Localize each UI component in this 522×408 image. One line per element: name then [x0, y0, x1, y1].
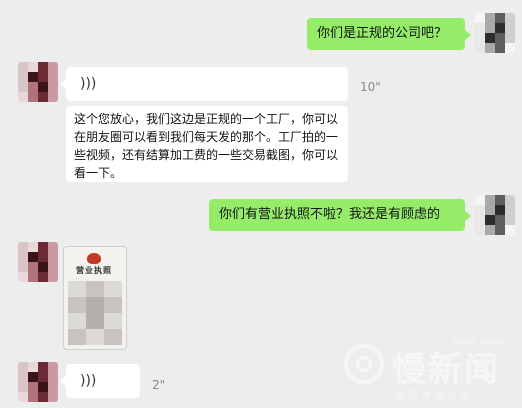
contact-avatar[interactable] [18, 62, 58, 102]
my-avatar[interactable] [475, 195, 515, 235]
voice-message-bubble[interactable]: ))) [60, 67, 348, 101]
message-text: 你们是正规的公司吧？ [317, 26, 448, 41]
my-avatar[interactable] [475, 13, 515, 53]
sent-message-bubble[interactable]: 你们有营业执照不啦？我还是有顾虑的 [209, 199, 471, 231]
voice-message-bubble[interactable]: ))) [60, 364, 140, 398]
transcript-text: 这个您放心，我们这边是正规的一个工厂，你可以在朋友圈可以看到我们每天发的那个。工… [74, 112, 339, 180]
voice-wave-icon: ))) [80, 76, 97, 92]
voice-duration: 10" [360, 80, 381, 94]
contact-avatar[interactable] [18, 242, 58, 282]
sent-message-bubble[interactable]: 你们是正规的公司吧？ [307, 18, 471, 50]
license-title: 营业执照 [76, 266, 112, 275]
watermark-name: 慢新闻 [392, 350, 500, 390]
watermark-logo-icon [344, 344, 384, 384]
contact-avatar[interactable] [18, 362, 58, 402]
voice-wave-icon: ))) [80, 373, 97, 389]
blurred-license-content [68, 281, 122, 345]
news-watermark: 慢新闻 SLOW NEWS 重庆晚报出品 [340, 338, 520, 404]
message-text: 你们有营业执照不啦？我还是有顾虑的 [219, 207, 441, 222]
voice-duration: 2" [152, 378, 166, 392]
license-image-message[interactable]: 营业执照 [63, 246, 127, 350]
voice-transcript: 这个您放心，我们这边是正规的一个工厂，你可以在朋友圈可以看到我们每天发的那个。工… [66, 106, 348, 182]
watermark-english: SLOW NEWS [452, 338, 505, 346]
watermark-subtitle: 重庆晚报出品 [396, 391, 475, 401]
national-emblem-icon [87, 253, 101, 264]
